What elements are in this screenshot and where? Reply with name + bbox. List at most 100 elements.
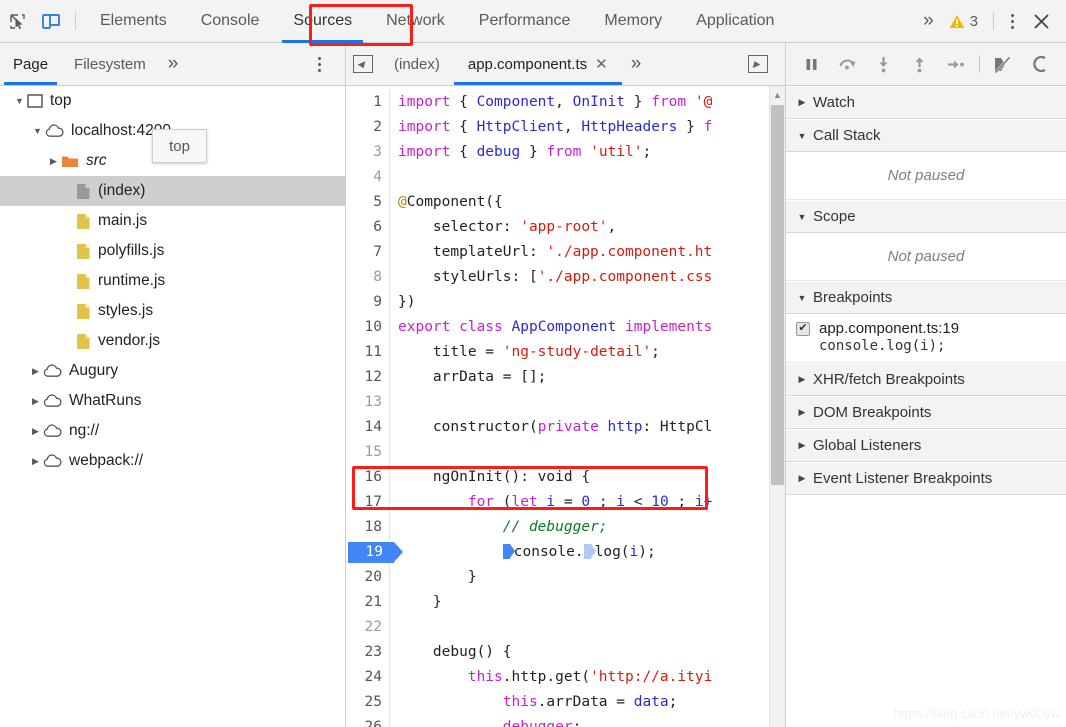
code-line[interactable]: 21 } <box>346 590 785 615</box>
line-number-gutter[interactable]: 21 <box>346 590 390 615</box>
line-number-gutter[interactable]: 18 <box>346 515 390 540</box>
tree-item-webpack[interactable]: ▶ webpack:// <box>0 446 345 476</box>
tree-item-polyfills-js[interactable]: polyfills.js <box>0 236 345 266</box>
line-number-gutter[interactable]: 24 <box>346 665 390 690</box>
tree-item-index[interactable]: (index) <box>0 176 345 206</box>
code-line[interactable]: 26 debugger; <box>346 715 785 727</box>
tab-elements[interactable]: Elements <box>83 0 184 43</box>
line-number-gutter[interactable]: 22 <box>346 615 390 640</box>
tree-item-top[interactable]: ▼ top <box>0 86 345 116</box>
step-into-icon[interactable] <box>866 49 900 79</box>
line-number-gutter[interactable]: 7 <box>346 240 390 265</box>
step-out-icon[interactable] <box>902 49 936 79</box>
line-number-gutter[interactable]: 8 <box>346 265 390 290</box>
chevron-down-icon[interactable]: ▼ <box>794 293 810 303</box>
devtools-settings-menu-icon[interactable] <box>1001 13 1024 29</box>
section-dom-breakpoints[interactable]: ▶ DOM Breakpoints <box>786 396 1066 429</box>
code-line[interactable]: 11 title = 'ng-study-detail'; <box>346 340 785 365</box>
chevron-down-icon[interactable]: ▼ <box>794 212 810 222</box>
step-icon[interactable] <box>938 49 972 79</box>
chevron-down-icon[interactable]: ▼ <box>794 131 810 141</box>
tab-network[interactable]: Network <box>369 0 462 43</box>
editor-more-tabs-icon[interactable]: » <box>622 53 649 75</box>
navigator-options-menu-icon[interactable] <box>308 56 331 72</box>
line-number-gutter[interactable]: 10 <box>346 315 390 340</box>
navigator-more-tabs-icon[interactable]: » <box>159 53 186 75</box>
inspect-cursor-icon[interactable] <box>0 4 34 38</box>
line-number-gutter[interactable]: 12 <box>346 365 390 390</box>
code-line[interactable]: 3 import { debug } from 'util'; <box>346 140 785 165</box>
pause-icon[interactable] <box>794 49 828 79</box>
breakpoint-marker[interactable] <box>348 542 403 563</box>
line-number-gutter[interactable]: 1 <box>346 90 390 115</box>
code-line[interactable]: 10 export class AppComponent implements <box>346 315 785 340</box>
line-number-gutter[interactable]: 6 <box>346 215 390 240</box>
editor-vertical-scrollbar[interactable]: ▲ <box>769 86 785 727</box>
warning-badge[interactable]: 3 <box>941 13 986 30</box>
line-number-gutter[interactable]: 26 <box>346 715 390 727</box>
async-pause-on-exceptions-icon[interactable] <box>1023 49 1057 79</box>
breakpoint-checkbox[interactable]: ✔ <box>796 321 810 336</box>
source-code-editor[interactable]: 1 import { Component, OnInit } from '@ 2 im… <box>345 86 785 727</box>
code-line[interactable]: 4 <box>346 165 785 190</box>
tree-item-augury[interactable]: ▶ Augury <box>0 356 345 386</box>
code-line[interactable]: 24 this.http.get('http://a.ityi <box>346 665 785 690</box>
show-navigator-icon[interactable]: ◀ <box>346 47 380 81</box>
line-number-gutter[interactable]: 11 <box>346 340 390 365</box>
line-number-gutter[interactable]: 2 <box>346 115 390 140</box>
line-number-gutter[interactable]: 25 <box>346 690 390 715</box>
code-line[interactable]: 8 styleUrls: ['./app.component.css <box>346 265 785 290</box>
line-number-gutter[interactable]: 23 <box>346 640 390 665</box>
code-line[interactable]: 20 } <box>346 565 785 590</box>
section-event-listener-breakpoints[interactable]: ▶ Event Listener Breakpoints <box>786 462 1066 495</box>
scrollbar-thumb[interactable] <box>771 105 784 485</box>
chevron-right-icon[interactable]: ▶ <box>794 473 810 484</box>
line-number-gutter[interactable]: 14 <box>346 415 390 440</box>
chevron-right-icon[interactable]: ▶ <box>28 456 43 467</box>
tree-item-styles-js[interactable]: styles.js <box>0 296 345 326</box>
code-line[interactable]: 5 @Component({ <box>346 190 785 215</box>
code-line[interactable]: 15 <box>346 440 785 465</box>
code-line[interactable]: 17 for (let i = 0 ; i < 10 ; i+ <box>346 490 785 515</box>
close-devtools-icon[interactable] <box>1024 4 1058 38</box>
step-over-icon[interactable] <box>830 49 864 79</box>
chevron-right-icon[interactable]: ▶ <box>794 97 810 108</box>
tree-item-ng[interactable]: ▶ ng:// <box>0 416 345 446</box>
tab-memory[interactable]: Memory <box>587 0 679 43</box>
tab-performance[interactable]: Performance <box>462 0 588 43</box>
code-line[interactable]: 23 debug() { <box>346 640 785 665</box>
section-scope[interactable]: ▼ Scope <box>786 200 1066 233</box>
chevron-right-icon[interactable]: ▶ <box>28 426 43 437</box>
code-line[interactable]: 9}) <box>346 290 785 315</box>
chevron-down-icon[interactable]: ▼ <box>30 126 45 136</box>
line-number-gutter[interactable]: 16 <box>346 465 390 490</box>
tab-application[interactable]: Application <box>679 0 791 43</box>
line-number-gutter[interactable]: 4 <box>346 165 390 190</box>
code-line[interactable]: 2 import { HttpClient, HttpHeaders } f <box>346 115 785 140</box>
tree-item-main-js[interactable]: main.js <box>0 206 345 236</box>
section-watch[interactable]: ▶ Watch <box>786 86 1066 119</box>
navigator-file-tree[interactable]: ▼ top ▼ localhost:4200 ▶ src (index) mai… <box>0 86 345 727</box>
chevron-right-icon[interactable]: ▶ <box>46 156 61 167</box>
line-number-gutter[interactable]: 3 <box>346 140 390 165</box>
line-number-gutter[interactable]: 9 <box>346 290 390 315</box>
chevron-down-icon[interactable]: ▼ <box>12 96 27 106</box>
scrollbar-up-arrow-icon[interactable]: ▲ <box>770 86 785 103</box>
section-breakpoints[interactable]: ▼ Breakpoints <box>786 281 1066 314</box>
tree-item-whatruns[interactable]: ▶ WhatRuns <box>0 386 345 416</box>
code-line[interactable]: 19 console. log(i); <box>346 540 785 565</box>
deactivate-breakpoints-icon[interactable] <box>987 49 1021 79</box>
code-line[interactable]: 16 ngOnInit(): void { <box>346 465 785 490</box>
navigator-tab-page[interactable]: Page <box>0 43 61 85</box>
chevron-right-icon[interactable]: ▶ <box>28 396 43 407</box>
line-number-gutter[interactable]: 19 <box>346 540 403 565</box>
line-number-gutter[interactable]: 5 <box>346 190 390 215</box>
device-toolbar-icon[interactable] <box>34 4 68 38</box>
code-line[interactable]: 18 // debugger; <box>346 515 785 540</box>
show-debugger-icon[interactable]: ▶ <box>741 47 775 81</box>
close-icon[interactable]: ✕ <box>595 55 608 73</box>
code-line[interactable]: 7 templateUrl: './app.component.ht <box>346 240 785 265</box>
line-number-gutter[interactable]: 13 <box>346 390 390 415</box>
line-number-gutter[interactable]: 17 <box>346 490 390 515</box>
code-line[interactable]: 1 import { Component, OnInit } from '@ <box>346 90 785 115</box>
